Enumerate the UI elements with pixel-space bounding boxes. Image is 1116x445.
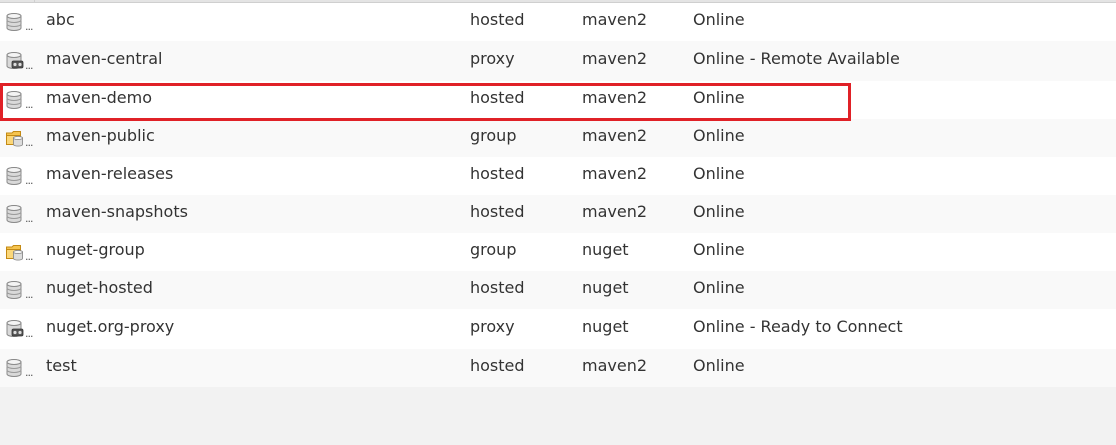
table-row[interactable]: ... nuget-group group nuget Online [0,233,1116,271]
repository-icon-cell: ... [6,52,36,72]
repository-format: nuget [582,240,629,259]
repository-type: proxy [470,317,515,336]
repository-status: Online [693,240,745,259]
truncation-ellipsis: ... [25,59,33,72]
repository-icon-cell: ... [6,281,36,301]
repository-format: maven2 [582,126,648,145]
repository-status: Online - Ready to Connect [693,317,903,336]
repository-format: maven2 [582,49,648,68]
repository-name: maven-public [46,126,155,145]
truncation-ellipsis: ... [25,20,33,33]
table-row[interactable]: ... maven-public group maven2 Online [0,119,1116,157]
truncation-ellipsis: ... [25,327,33,340]
repository-format: maven2 [582,356,648,375]
repository-list-page: ... abc hosted maven2 Online... maven-central… [0,0,1116,445]
repository-icon-cell: ... [6,13,36,33]
table-row[interactable]: ... abc hosted maven2 Online [0,3,1116,41]
table-row[interactable]: ... maven-releases hosted maven2 Online [0,157,1116,195]
repository-name: maven-central [46,49,163,68]
repository-type: proxy [470,49,515,68]
repository-icon-cell: ... [6,167,36,187]
repository-status: Online [693,88,745,107]
repository-name: maven-demo [46,88,152,107]
repository-format: nuget [582,278,629,297]
repository-format: maven2 [582,88,648,107]
repository-type: group [470,126,517,145]
repository-name: test [46,356,77,375]
table-row[interactable]: ... nuget.org-proxy proxy nuget Online - Rea… [0,309,1116,349]
repository-icon-cell: ... [6,359,36,379]
repository-name: nuget-hosted [46,278,153,297]
repository-grid: ... abc hosted maven2 Online... maven-central… [0,3,1116,387]
repository-icon-cell: ... [6,91,36,111]
truncation-ellipsis: ... [25,288,33,301]
repository-icon-cell: ... [6,243,36,263]
repository-name: abc [46,10,75,29]
repository-type: group [470,240,517,259]
repository-type: hosted [470,164,525,183]
repository-name: nuget.org-proxy [46,317,175,336]
repository-status: Online [693,10,745,29]
repository-format: nuget [582,317,629,336]
repository-name: maven-releases [46,164,174,183]
table-row[interactable]: ... maven-snapshots hosted maven2 Online [0,195,1116,233]
repository-status: Online [693,164,745,183]
repository-type: hosted [470,10,525,29]
repository-name: nuget-group [46,240,145,259]
repository-type: hosted [470,356,525,375]
repository-format: maven2 [582,164,648,183]
table-row[interactable]: ... nuget-hosted hosted nuget Online [0,271,1116,309]
repository-format: maven2 [582,202,648,221]
truncation-ellipsis: ... [25,174,33,187]
grid-empty-area [0,389,1116,445]
repository-name: maven-snapshots [46,202,188,221]
repository-icon-cell: ... [6,129,36,149]
repository-type: hosted [470,202,525,221]
truncation-ellipsis: ... [25,366,33,379]
repository-status: Online [693,278,745,297]
repository-status: Online [693,202,745,221]
table-row[interactable]: ... maven-central proxy maven2 Online - Remo… [0,41,1116,81]
repository-type: hosted [470,278,525,297]
truncation-ellipsis: ... [25,98,33,111]
truncation-ellipsis: ... [25,250,33,263]
table-row[interactable]: ... test hosted maven2 Online [0,349,1116,387]
repository-status: Online [693,356,745,375]
repository-icon-cell: ... [6,320,36,340]
truncation-ellipsis: ... [25,212,33,225]
repository-status: Online [693,126,745,145]
table-row[interactable]: ... maven-demo hosted maven2 Online [0,81,1116,119]
truncation-ellipsis: ... [25,136,33,149]
repository-type: hosted [470,88,525,107]
repository-status: Online - Remote Available [693,49,900,68]
repository-format: maven2 [582,10,648,29]
repository-icon-cell: ... [6,205,36,225]
